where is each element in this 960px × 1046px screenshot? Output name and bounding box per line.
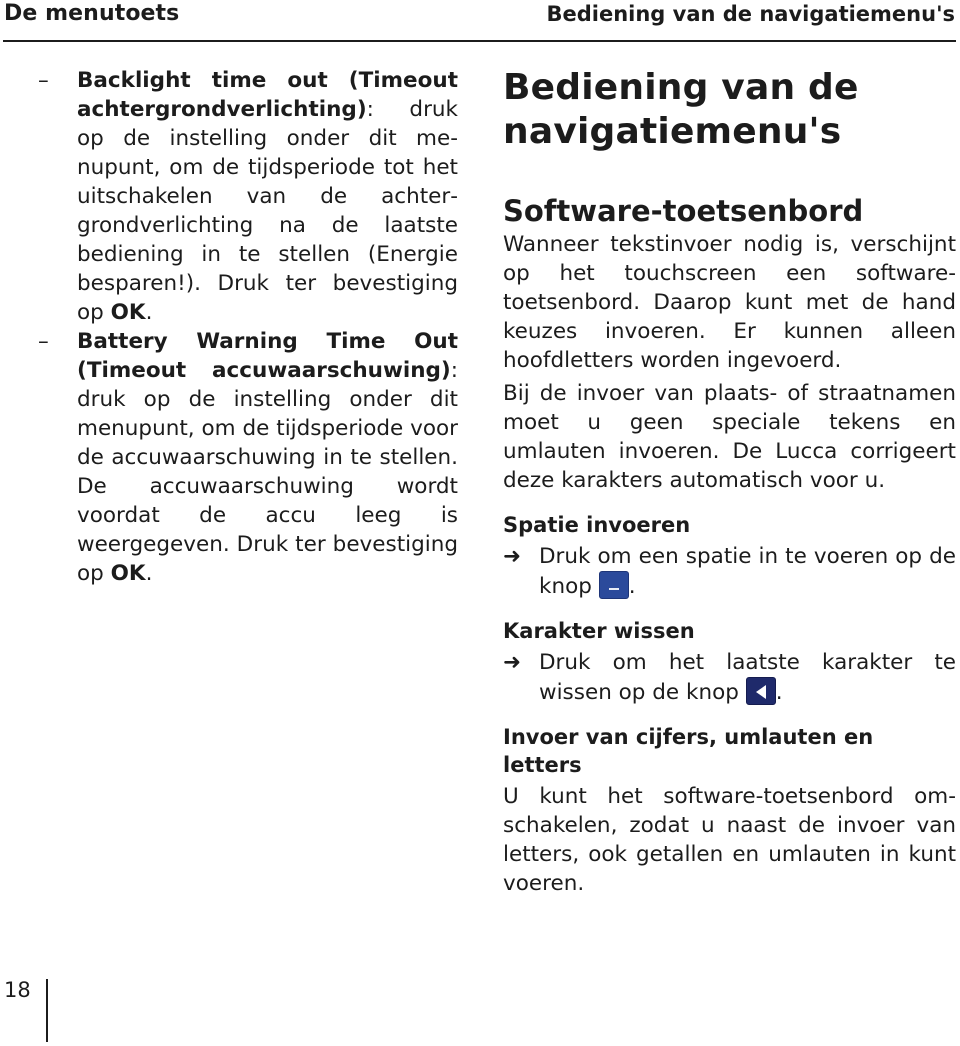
setting-term: Battery Warning Time Out (Timeout accuwa… bbox=[77, 329, 458, 383]
arrow-right-icon: ➜ bbox=[503, 544, 522, 569]
heading-delete-character: Karakter wissen bbox=[503, 619, 695, 643]
right-column: Bediening van de navigatiemenu's Softwar… bbox=[503, 66, 956, 898]
setting-description: druk op de instelling onder dit menupunt… bbox=[77, 387, 458, 586]
header-divider bbox=[3, 40, 956, 42]
footer-divider bbox=[46, 979, 48, 1042]
section-title: Bediening van de navigatiemenu's bbox=[503, 67, 859, 152]
page-number: 18 bbox=[4, 978, 31, 1002]
paragraph-special-characters: Bij de invoer van plaats- of straat­name… bbox=[503, 381, 956, 493]
list-item-backlight-timeout: – Backlight time out (Timeout achtergron… bbox=[38, 68, 458, 325]
arrow-right-icon: ➜ bbox=[503, 650, 522, 675]
heading-numbers-umlauts: Invoer van cijfers, umlauten en letters bbox=[503, 725, 874, 777]
subsection-title-software-keyboard: Software-toetsenbord bbox=[503, 194, 864, 228]
space-key-icon bbox=[598, 571, 629, 599]
running-header-chapter: De menutoets bbox=[4, 1, 180, 26]
step-space-input: ➜ Druk om een spatie in te voeren op de … bbox=[503, 544, 956, 599]
heading-space-input: Spatie invoeren bbox=[503, 513, 691, 537]
ok-key-label: OK bbox=[110, 300, 146, 325]
dash-bullet: – bbox=[38, 68, 49, 93]
setting-description: druk op de instelling onder dit me­nupun… bbox=[77, 97, 458, 325]
step-delete-character: ➜ Druk om het laatste karakter te wissen… bbox=[503, 650, 956, 705]
left-column: – Backlight time out (Timeout achtergron… bbox=[38, 66, 458, 588]
ok-key-label: OK bbox=[110, 561, 146, 586]
dash-bullet: – bbox=[38, 329, 49, 354]
running-header-section: Bediening van de navigatiemenu's bbox=[546, 2, 955, 26]
paragraph-keyboard-intro: Wanneer tekstinvoer nodig is, ver­schijn… bbox=[503, 232, 956, 373]
backspace-key-icon bbox=[745, 677, 776, 705]
list-item-battery-warning-timeout: – Battery Warning Time Out (Timeout accu… bbox=[38, 329, 458, 586]
paragraph-keyboard-switch: U kunt het software-toetsenbord om­schak… bbox=[503, 784, 956, 896]
